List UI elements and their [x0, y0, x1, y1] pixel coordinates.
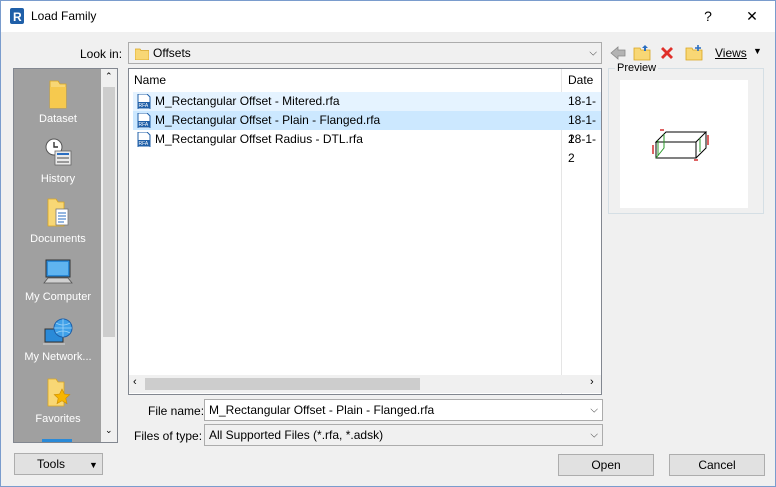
- folder-icon: [49, 80, 67, 109]
- svg-text:RFA: RFA: [139, 141, 149, 147]
- svg-text:RFA: RFA: [139, 103, 149, 109]
- scroll-down-icon[interactable]: ⌄: [105, 425, 113, 436]
- file-date: 18-1-2: [568, 132, 597, 165]
- chevron-down-icon[interactable]: ⌵: [589, 48, 597, 59]
- files-of-type-value: All Supported Files (*.rfa, *.adsk): [209, 428, 384, 442]
- scroll-right-icon[interactable]: ›: [590, 376, 594, 388]
- sidebar-scrollbar[interactable]: ⌃ ⌄: [101, 69, 117, 442]
- history-icon: [45, 138, 72, 166]
- title-bar: R Load Family ? ✕: [1, 1, 775, 32]
- load-family-dialog: R Load Family ? ✕ Look in: Offsets ⌵ Vie…: [0, 0, 776, 487]
- open-label: Open: [591, 458, 621, 472]
- table-row[interactable]: RFA M_Rectangular Offset Radius - DTL.rf…: [133, 130, 601, 165]
- sidebar-next-item-peek: [42, 439, 72, 442]
- sidebar-item-dataset[interactable]: Dataset: [14, 79, 102, 125]
- tools-button[interactable]: Tools ▼: [14, 453, 103, 475]
- sidebar-item-documents[interactable]: Documents: [14, 197, 102, 245]
- rfa-file-icon: RFA: [137, 132, 151, 147]
- back-arrow-icon[interactable]: [609, 45, 627, 61]
- dropdown-arrow-icon: ▼: [89, 460, 98, 470]
- svg-text:R: R: [13, 10, 22, 24]
- look-in-combobox[interactable]: Offsets ⌵: [128, 42, 602, 64]
- sidebar-item-favorites[interactable]: Favorites: [14, 377, 102, 425]
- horizontal-scroll-thumb[interactable]: [145, 378, 420, 390]
- sidebar-item-label: History: [40, 173, 76, 185]
- network-icon: [43, 318, 73, 345]
- sidebar-item-label: My Computer: [24, 291, 92, 303]
- scroll-up-icon[interactable]: ⌃: [105, 71, 113, 82]
- files-of-type-label: Files of type:: [134, 429, 203, 443]
- sidebar-item-history[interactable]: History: [14, 137, 102, 185]
- folder-icon: [135, 48, 149, 60]
- sidebar-item-label: Dataset: [39, 113, 77, 125]
- svg-text:RFA: RFA: [139, 122, 149, 128]
- sidebar-item-label: Favorites: [35, 413, 81, 425]
- file-name-label: File name:: [148, 404, 205, 418]
- chevron-down-icon[interactable]: ⌵: [590, 405, 598, 416]
- up-folder-icon[interactable]: [633, 44, 651, 61]
- help-button[interactable]: ?: [685, 1, 731, 32]
- close-button[interactable]: ✕: [729, 1, 775, 32]
- tools-label: Tools: [37, 457, 66, 471]
- scroll-left-icon[interactable]: ‹: [133, 376, 137, 388]
- sidebar-scroll-thumb[interactable]: [103, 87, 115, 337]
- file-name-value: M_Rectangular Offset - Plain - Flanged.r…: [209, 403, 435, 417]
- file-name: M_Rectangular Offset Radius - DTL.rfa: [155, 132, 363, 146]
- revit-app-icon: R: [10, 8, 24, 24]
- views-menu-button[interactable]: Views ▼: [709, 43, 765, 63]
- computer-icon: [43, 259, 73, 284]
- dropdown-arrow-icon: ▼: [753, 46, 762, 56]
- file-list: Name Date n RFA M_Rectangular Offset - M…: [128, 68, 602, 395]
- preview-image: [620, 80, 748, 208]
- sidebar-item-label: My Network...: [24, 351, 92, 363]
- favorites-folder-icon: [47, 378, 71, 407]
- file-name: M_Rectangular Offset - Plain - Flanged.r…: [155, 113, 381, 127]
- file-name: M_Rectangular Offset - Mitered.rfa: [155, 94, 340, 108]
- documents-icon: [47, 198, 69, 227]
- file-name-combobox[interactable]: M_Rectangular Offset - Plain - Flanged.r…: [204, 399, 603, 421]
- sidebar-item-my-network[interactable]: My Network...: [14, 317, 102, 363]
- views-label: Views: [715, 46, 747, 60]
- new-folder-icon[interactable]: [685, 44, 703, 61]
- window-title: Load Family: [31, 9, 97, 23]
- column-header-name[interactable]: Name: [134, 69, 166, 91]
- delete-icon[interactable]: [659, 45, 675, 61]
- cancel-button[interactable]: Cancel: [669, 454, 765, 476]
- places-sidebar: Dataset History Documents My Computer My…: [13, 68, 118, 443]
- file-list-horizontal-scrollbar[interactable]: ‹ ›: [129, 375, 601, 393]
- sidebar-item-label: Documents: [30, 233, 86, 245]
- preview-label: Preview: [615, 62, 659, 74]
- look-in-label: Look in:: [80, 47, 123, 61]
- rfa-file-icon: RFA: [137, 94, 151, 109]
- open-button[interactable]: Open: [558, 454, 654, 476]
- rfa-file-icon: RFA: [137, 113, 151, 128]
- chevron-down-icon[interactable]: ⌵: [590, 430, 598, 441]
- files-of-type-combobox[interactable]: All Supported Files (*.rfa, *.adsk) ⌵: [204, 424, 603, 446]
- table-row[interactable]: RFA M_Rectangular Offset - Plain - Flang…: [133, 111, 601, 146]
- table-row[interactable]: RFA M_Rectangular Offset - Mitered.rfa 1…: [133, 92, 601, 127]
- look-in-value: Offsets: [153, 46, 191, 60]
- cancel-label: Cancel: [698, 458, 736, 472]
- sidebar-item-my-computer[interactable]: My Computer: [14, 257, 102, 303]
- rectangular-offset-preview-icon: [652, 129, 709, 161]
- column-header-date[interactable]: Date n: [568, 69, 601, 109]
